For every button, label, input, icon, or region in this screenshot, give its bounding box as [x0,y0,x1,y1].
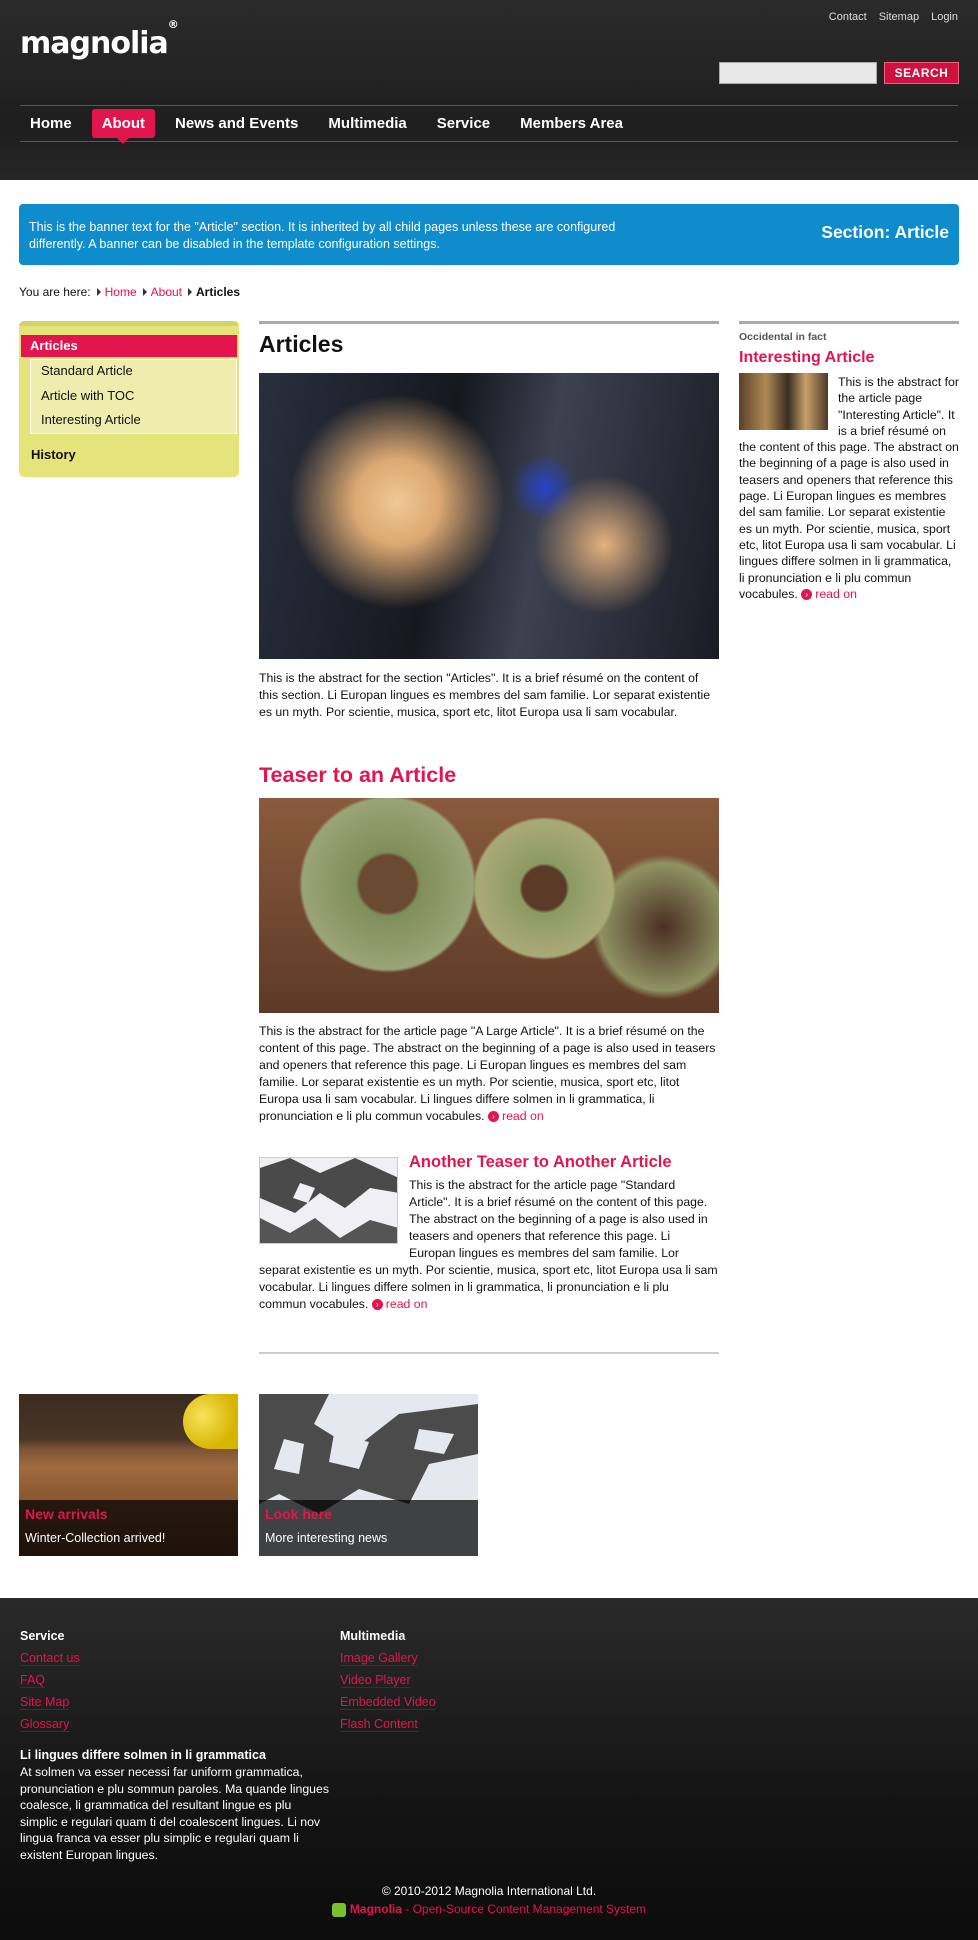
search-input[interactable] [719,62,877,84]
arrow-circle-icon: › [801,589,813,601]
footer-link-faq[interactable]: FAQ [20,1673,46,1688]
sidebar-teaser-title[interactable]: Interesting Article [739,349,874,367]
subnav-item-articles[interactable]: Articles [21,335,237,357]
read-on-label: read on [815,586,857,601]
teaser-abstract: This is the abstract for the article pag… [259,1177,719,1313]
promo-box-look-here[interactable]: Look here More interesting news [259,1394,478,1556]
powered-by-brand[interactable]: Magnolia [350,1902,402,1916]
subnav-item-standard-article[interactable]: Standard Article [41,363,133,378]
section-banner: This is the banner text for the "Article… [19,204,959,265]
spools-image[interactable] [259,798,719,1013]
sidebar-teaser-abstract: This is the abstract for the article pag… [739,374,959,602]
footer-heading: Li lingues differe solmen in li grammati… [20,1748,266,1762]
site-header: magnolia® Contact Sitemap Login SEARCH H… [0,0,978,180]
read-on-link[interactable]: › read on [371,1297,428,1311]
footer-link-flash-content[interactable]: Flash Content [340,1717,418,1732]
teaser-title[interactable]: Another Teaser to Another Article [409,1153,672,1172]
main-bottom-divider [259,1352,719,1354]
site-footer: Service Contact us FAQ Site Map Glossary… [0,1598,978,1940]
footer-link-site-map[interactable]: Site Map [20,1695,70,1710]
footer-link-glossary[interactable]: Glossary [20,1717,70,1732]
breadcrumb-current: Articles [196,285,241,299]
breadcrumb-arrow-icon [142,288,147,296]
footer-link-video-player[interactable]: Video Player [340,1673,411,1688]
footer-text: At solmen va esser necessi far uniform g… [20,1765,329,1862]
login-link[interactable]: Login [931,11,958,23]
banner-text: This is the banner text for the "Article… [29,220,616,251]
logo-registered-mark: ® [167,18,179,31]
powered-by[interactable]: Magnolia - Open-Source Content Managemen… [0,1902,978,1917]
sitemap-link[interactable]: Sitemap [879,11,919,23]
footer-service-title: Service [20,1629,65,1643]
sidebar-kicker: Occidental in fact [739,331,827,343]
banner-title: Section: Article [821,222,949,242]
footer-link-contact-us[interactable]: Contact us [20,1651,80,1666]
breadcrumb-prefix: You are here: [19,285,91,299]
nav-item-news-and-events[interactable]: News and Events [165,109,308,138]
nav-item-home[interactable]: Home [20,109,82,138]
main-top-divider [259,321,719,324]
page-title: Articles [259,331,344,357]
meta-nav: Contact Sitemap Login [829,11,958,23]
magnolia-leaf-icon [331,1902,346,1917]
butterflies-image [259,373,719,659]
subnav-item-interesting-article[interactable]: Interesting Article [41,412,141,427]
nav-item-members-area[interactable]: Members Area [510,109,633,138]
powered-by-text[interactable]: - Open-Source Content Management System [402,1902,646,1916]
subnav-item-history[interactable]: History [31,447,76,462]
teaser-abstract: This is the abstract for the article pag… [259,1023,719,1125]
section-abstract: This is the abstract for the section "Ar… [259,671,711,719]
main-nav: Home About News and Events Multimedia Se… [20,105,958,144]
footer-multimedia-title: Multimedia [340,1629,406,1643]
yellow-object-image [183,1394,238,1449]
read-on-link[interactable]: › read on [488,1109,544,1123]
logo-text: magnolia [20,26,169,61]
promo-box-new-arrivals[interactable]: New arrivals Winter-Collection arrived! [19,1394,238,1556]
search-button[interactable]: SEARCH [884,62,959,84]
subnav-children: Standard Article Article with TOC Intere… [30,359,237,434]
arrow-circle-icon: › [488,1111,499,1123]
breadcrumb-home[interactable]: Home [105,285,137,299]
arrow-circle-icon: › [371,1299,383,1311]
breadcrumb-about[interactable]: About [151,285,182,299]
breadcrumb-arrow-icon [96,288,101,296]
promo-title[interactable]: Look here [265,1506,332,1522]
nav-item-about[interactable]: About [91,109,156,144]
nav-item-service[interactable]: Service [427,109,500,138]
read-on-link[interactable]: › read on [801,587,857,601]
read-on-label: read on [385,1297,428,1311]
sidebar-top-divider [739,321,959,324]
promo-subtitle: More interesting news [265,1531,388,1545]
contact-link[interactable]: Contact [829,11,867,23]
footer-link-embedded-video[interactable]: Embedded Video [340,1695,436,1710]
footer-link-image-gallery[interactable]: Image Gallery [340,1651,418,1666]
promo-title[interactable]: New arrivals [25,1506,108,1522]
section-subnav: Articles Standard Article Article with T… [19,321,239,477]
nav-item-multimedia[interactable]: Multimedia [318,109,416,138]
breadcrumb: You are here: Home About Articles [19,285,240,299]
teaser-title[interactable]: Teaser to an Article [259,763,456,788]
read-on-label: read on [502,1109,544,1123]
breadcrumb-arrow-icon [188,288,192,296]
magnolia-logo[interactable]: magnolia® [20,18,179,61]
subnav-item-article-with-toc[interactable]: Article with TOC [41,388,134,403]
copyright: © 2010-2012 Magnolia International Ltd. [381,1884,597,1898]
promo-subtitle: Winter-Collection arrived! [25,1531,166,1545]
